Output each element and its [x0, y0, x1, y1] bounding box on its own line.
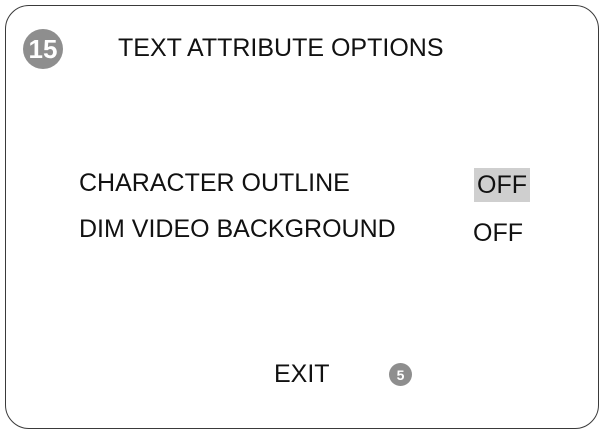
- menu-title: TEXT ATTRIBUTE OPTIONS: [118, 34, 444, 62]
- dim-video-background-label[interactable]: DIM VIDEO BACKGROUND: [79, 214, 396, 244]
- menu-number-badge: 15: [23, 29, 63, 69]
- exit-key-badge: 5: [389, 363, 412, 386]
- character-outline-label[interactable]: CHARACTER OUTLINE: [79, 168, 350, 198]
- dim-video-background-value[interactable]: OFF: [470, 216, 526, 250]
- exit-option[interactable]: EXIT: [274, 359, 330, 389]
- character-outline-value[interactable]: OFF: [474, 168, 530, 202]
